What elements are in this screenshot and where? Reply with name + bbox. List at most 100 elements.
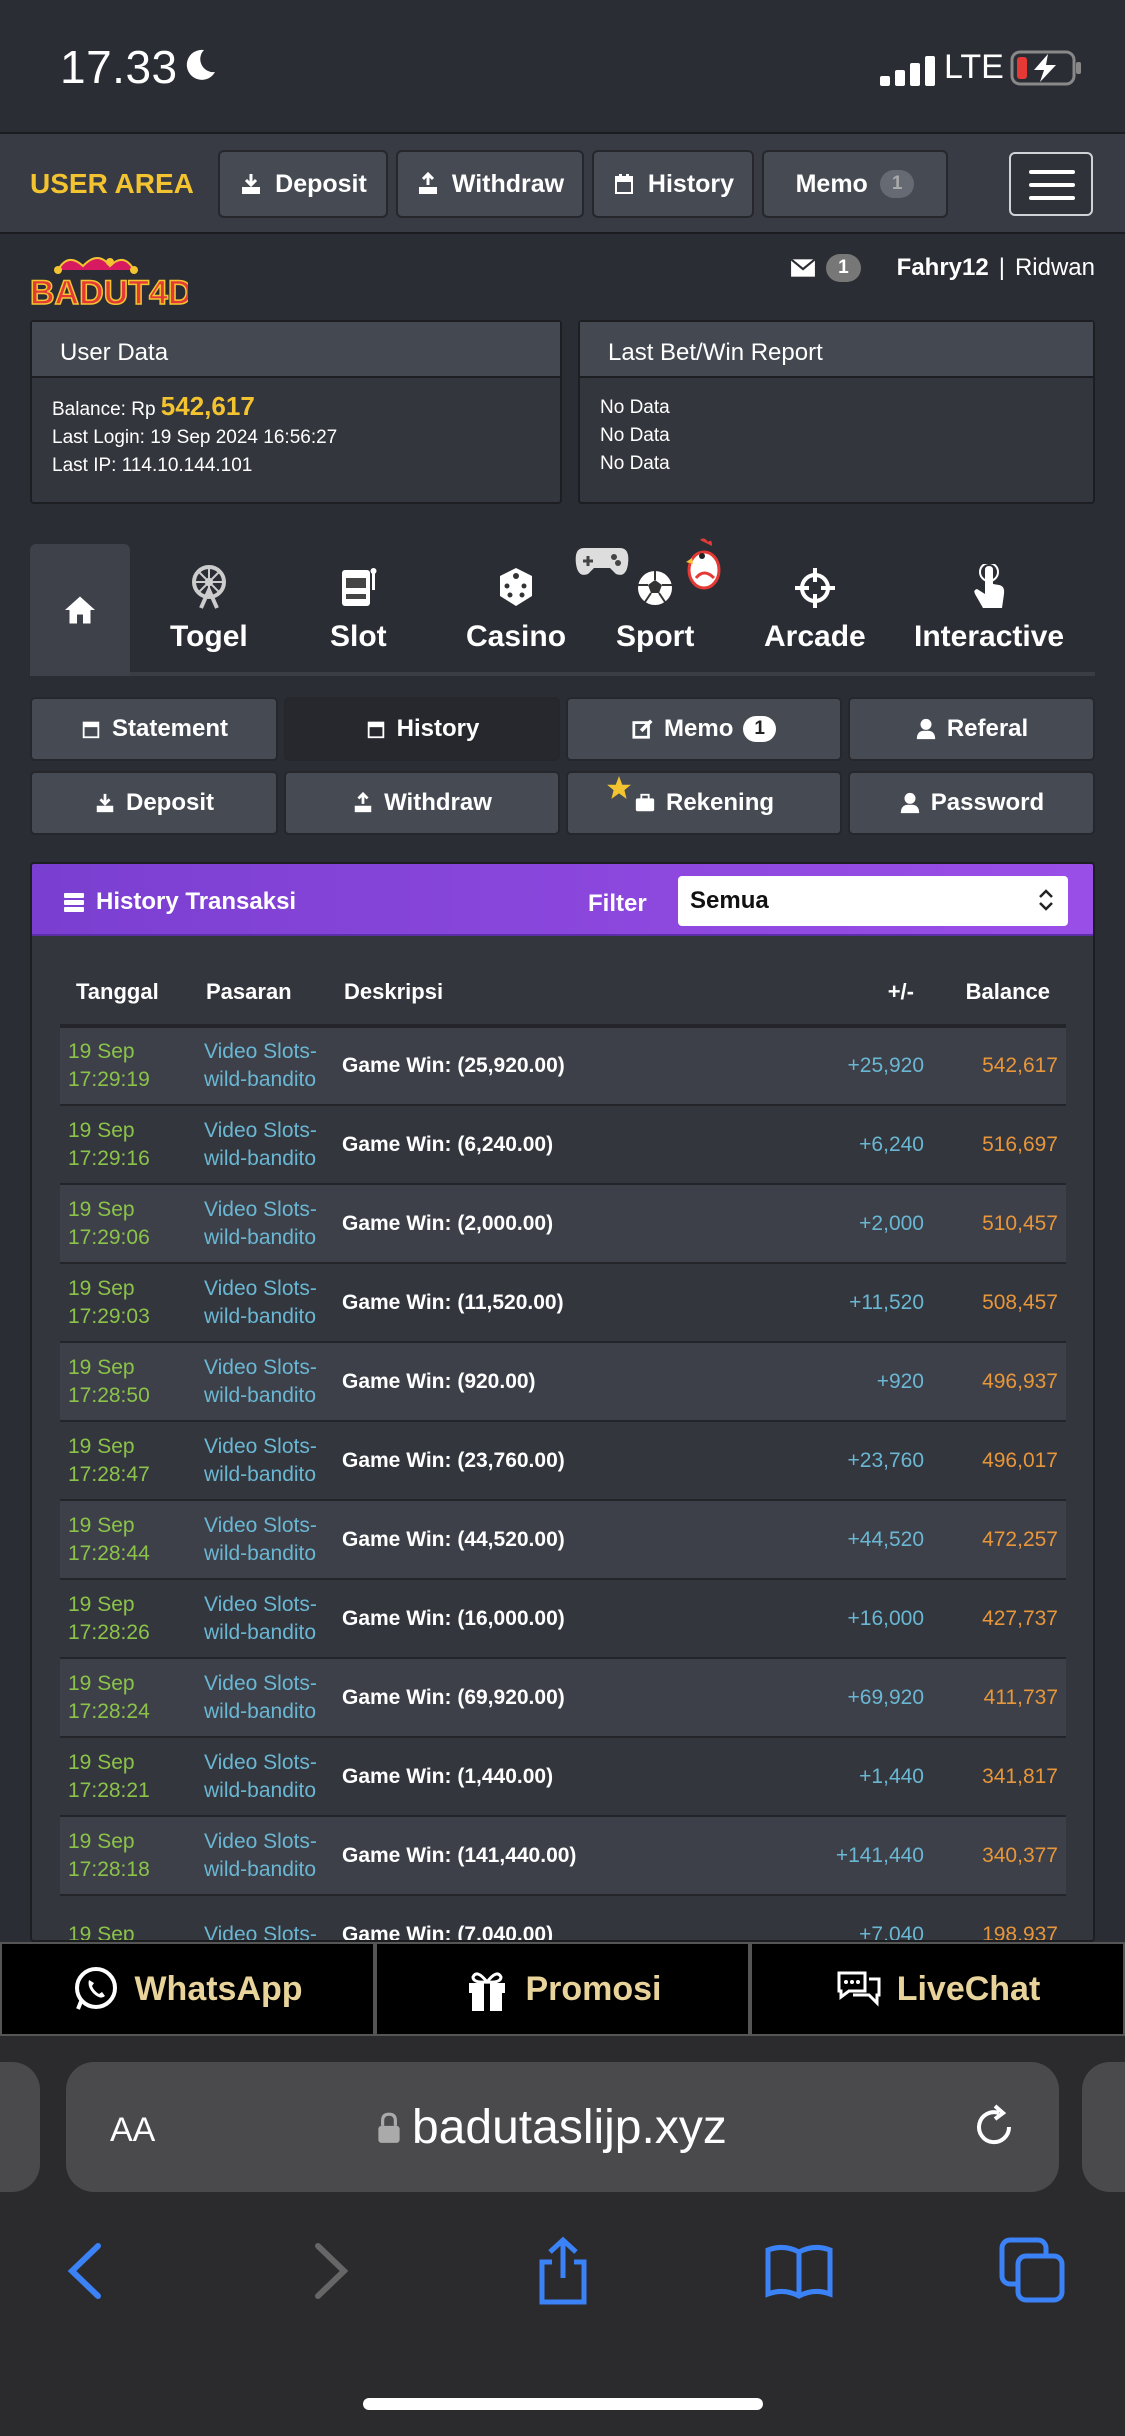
- cell-delta: +69,920: [790, 1658, 930, 1738]
- cell-balance: 411,737: [930, 1658, 1066, 1738]
- time-text: 17:28:44: [68, 1541, 150, 1565]
- slot-machine-icon: [342, 568, 377, 606]
- time-text: 17:28:50: [68, 1383, 150, 1407]
- column-header: Tanggal: [60, 960, 198, 1028]
- column-header: Deskripsi: [336, 960, 790, 1028]
- menu-password-button[interactable]: Password: [848, 771, 1095, 835]
- promosi-button[interactable]: Promosi: [375, 1942, 750, 2036]
- history-transaction-card: History Transaksi Filter Semua Tanggal P…: [30, 862, 1095, 1942]
- market-text: wild-bandito: [204, 1146, 317, 1170]
- previous-tab-preview[interactable]: [0, 2062, 40, 2192]
- time-text: 17:29:16: [68, 1146, 150, 1170]
- market-text: Video Slots-: [204, 1040, 317, 1063]
- menu-statement-button[interactable]: Statement: [30, 697, 278, 761]
- last-ip: Last IP: 114.10.144.101: [52, 455, 253, 476]
- history-title-text: History Transaksi: [96, 888, 297, 915]
- cell-market[interactable]: Video Slots-wild-bandito: [198, 1026, 336, 1106]
- market-text: Video Slots-: [204, 1671, 317, 1695]
- market-text: Video Slots-: [204, 1829, 317, 1853]
- filter-select[interactable]: Semua: [678, 876, 1068, 926]
- table-row: 19 Sep 17:28:24 Video Slots-wild-bandito Ga…: [60, 1658, 1066, 1738]
- cell-description: Game Win: (16,000.00): [336, 1579, 790, 1659]
- cell-description: Game Win: (11,520.00): [336, 1263, 790, 1343]
- cell-market[interactable]: Video Slots-wild-bandito: [198, 1579, 336, 1659]
- cell-market[interactable]: Video Slots-wild-bandito: [198, 1816, 336, 1896]
- date-text: 19 Sep: [68, 1829, 135, 1853]
- category-interactive[interactable]: Interactive: [914, 564, 1064, 654]
- livechat-button[interactable]: LiveChat: [750, 1942, 1125, 2036]
- badut4d-logo[interactable]: BADUT4D: [28, 248, 188, 310]
- cell-market[interactable]: Video Slots-wild-bandito: [198, 1500, 336, 1580]
- calendar-icon: [614, 174, 633, 194]
- time-text: 17:29:19: [68, 1068, 150, 1091]
- cell-market[interactable]: Video Slots-wild-bandito: [198, 1737, 336, 1817]
- category-togel[interactable]: Togel: [170, 564, 248, 654]
- lottery-wheel-icon: [191, 565, 226, 609]
- cell-delta: +25,920: [790, 1026, 930, 1106]
- cell-market[interactable]: Video Slots-: [198, 1895, 336, 1940]
- market-text: Video Slots-: [204, 1592, 317, 1616]
- tabs-icon[interactable]: [998, 2236, 1068, 2306]
- nav-withdraw-button[interactable]: Withdraw: [396, 150, 584, 218]
- menu-rekening-button[interactable]: Rekening: [566, 771, 842, 835]
- menu-referal-button[interactable]: Referal: [848, 697, 1095, 761]
- time-text: 17:28:26: [68, 1620, 150, 1644]
- date-text: 19 Sep: [68, 1118, 135, 1142]
- back-icon[interactable]: [52, 2236, 122, 2306]
- menu-deposit-button[interactable]: Deposit: [30, 771, 278, 835]
- table-row: 19 Sep Video Slots- Game Win: (7,040.00) +7…: [60, 1895, 1066, 1940]
- mail-icon[interactable]: [790, 258, 816, 278]
- category-home[interactable]: [30, 544, 130, 676]
- reader-options-button[interactable]: AA: [110, 2102, 155, 2152]
- cell-market[interactable]: Video Slots-wild-bandito: [198, 1421, 336, 1501]
- calendar-icon: [82, 721, 100, 739]
- menu-withdraw-button[interactable]: Withdraw: [284, 771, 560, 835]
- balance-value: 542,617: [160, 391, 255, 421]
- deposit-icon: [242, 174, 261, 194]
- browser-toolbar: AA badutaslijp.xyz: [0, 2036, 1125, 2436]
- nav-deposit-button[interactable]: Deposit: [218, 150, 388, 218]
- nav-memo-button[interactable]: Memo 1: [762, 150, 948, 218]
- market-text: wild-bandito: [204, 1225, 317, 1249]
- gift-icon: [469, 1972, 506, 2011]
- calendar-icon: [367, 721, 384, 739]
- cell-market[interactable]: Video Slots-wild-bandito: [198, 1263, 336, 1343]
- cell-balance: 198,937: [930, 1895, 1066, 1940]
- share-icon[interactable]: [528, 2236, 598, 2306]
- category-arcade[interactable]: Arcade: [764, 564, 866, 654]
- cell-market[interactable]: Video Slots-wild-bandito: [198, 1105, 336, 1185]
- url-display[interactable]: badutaslijp.xyz: [376, 2100, 727, 2155]
- table-header-row: Tanggal Pasaran Deskripsi +/- Balance: [60, 960, 1066, 1028]
- cell-description: Game Win: (6,240.00): [336, 1105, 790, 1185]
- whatsapp-button[interactable]: WhatsApp: [0, 1942, 375, 2036]
- cell-delta: +920: [790, 1342, 930, 1422]
- nav-memo-badge: 1: [879, 170, 915, 198]
- hamburger-menu-button[interactable]: [1009, 152, 1093, 216]
- bookmarks-icon[interactable]: [764, 2236, 834, 2306]
- menu-memo-button[interactable]: Memo 1: [566, 697, 842, 761]
- next-tab-preview[interactable]: [1082, 2062, 1125, 2192]
- date-text: 19 Sep: [68, 1671, 135, 1695]
- menu-history-button[interactable]: History: [284, 697, 560, 761]
- market-text: wild-bandito: [204, 1304, 317, 1328]
- cell-date: 19 Sep 17:28:26: [60, 1579, 198, 1659]
- forward-icon[interactable]: [294, 2236, 364, 2306]
- briefcase-icon: [635, 793, 655, 812]
- home-indicator[interactable]: [363, 2398, 763, 2410]
- cell-description: Game Win: (920.00): [336, 1342, 790, 1422]
- column-header: Pasaran: [198, 960, 336, 1028]
- nav-history-button[interactable]: History: [592, 150, 754, 218]
- last-bet-line: No Data: [600, 397, 670, 418]
- reload-icon[interactable]: [969, 2102, 1019, 2152]
- cell-market[interactable]: Video Slots-wild-bandito: [198, 1342, 336, 1422]
- category-slot[interactable]: Slot: [330, 564, 387, 654]
- address-bar[interactable]: AA badutaslijp.xyz: [66, 2062, 1059, 2192]
- history-table: Tanggal Pasaran Deskripsi +/- Balance 19…: [60, 960, 1066, 1940]
- user-area-brand[interactable]: USER AREA: [30, 168, 194, 200]
- cell-market[interactable]: Video Slots-wild-bandito: [198, 1658, 336, 1738]
- cell-market[interactable]: Video Slots-wild-bandito: [198, 1184, 336, 1264]
- category-casino[interactable]: Casino: [466, 564, 566, 654]
- time-text: 17:29:03: [68, 1304, 150, 1328]
- date-text: 19 Sep: [68, 1592, 135, 1616]
- status-bar: 17.33 LTE: [0, 0, 1125, 132]
